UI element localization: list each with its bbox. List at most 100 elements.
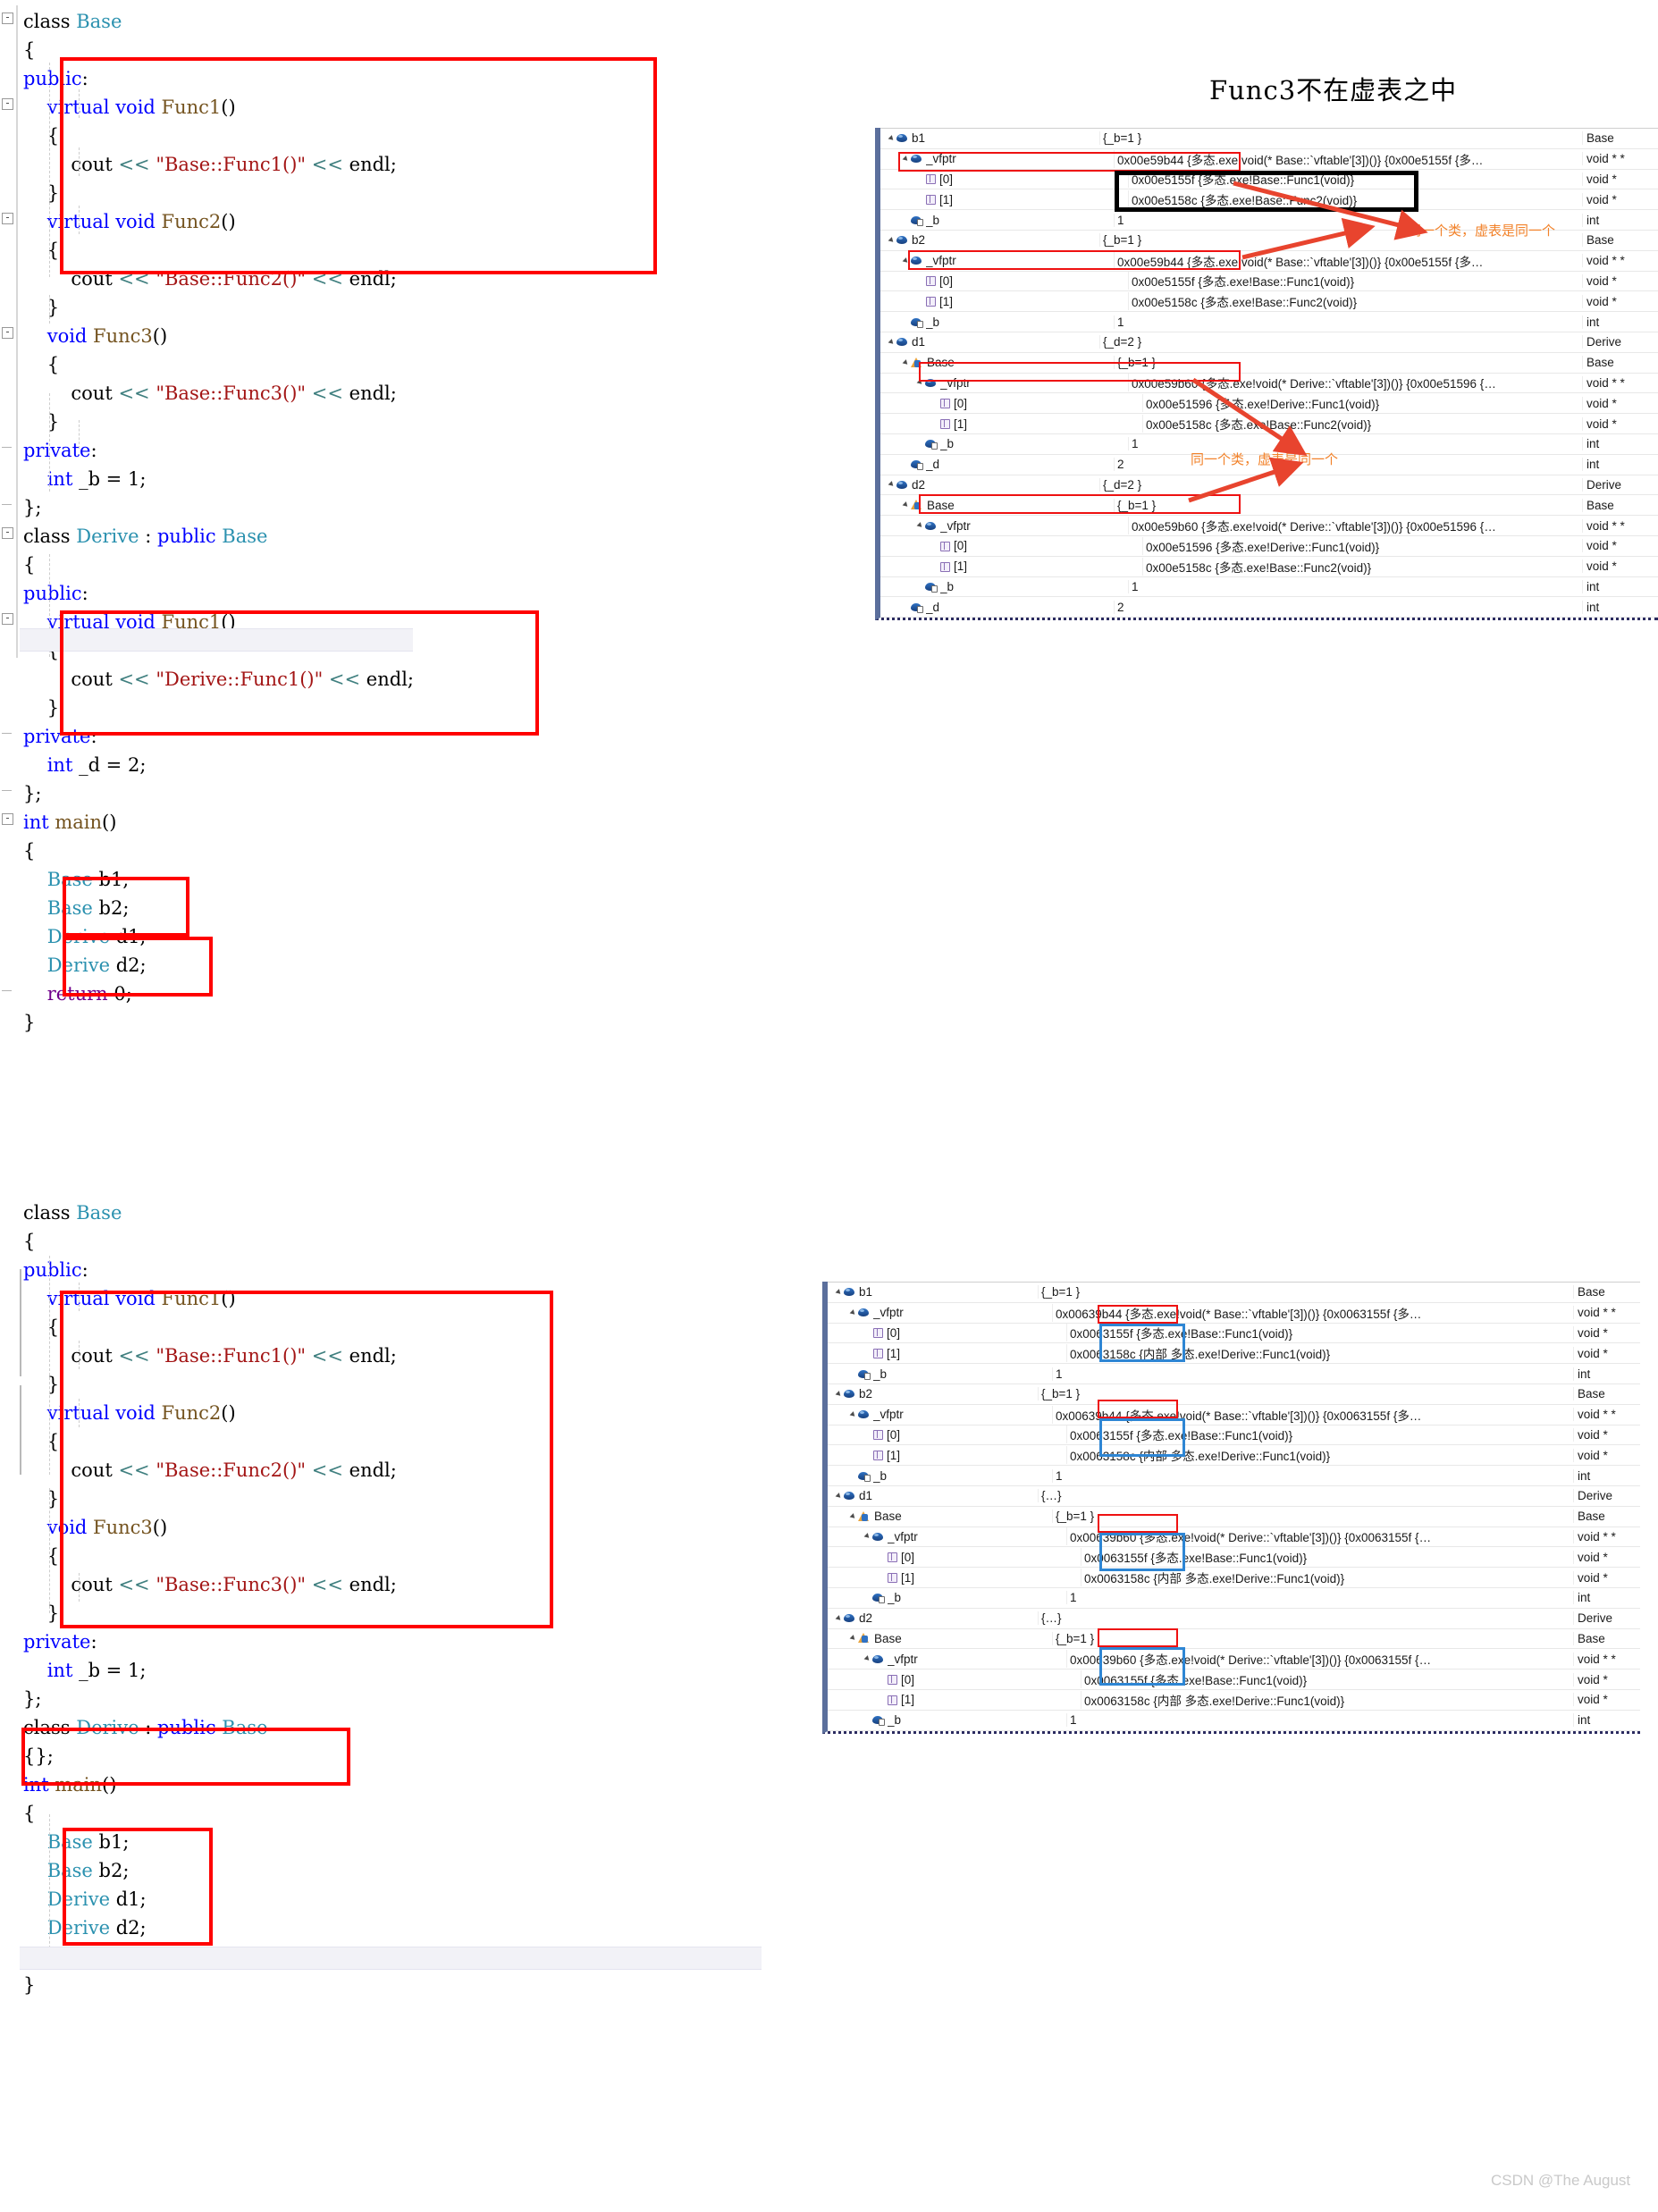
watch-value-cell[interactable]: 0x00e5158c {多态.exe!Base::Func2(void)} bbox=[1142, 415, 1582, 433]
expander-triangle-icon[interactable] bbox=[835, 1289, 843, 1296]
watch-row[interactable]: [1] 0x0063158c {内部 多态.exe!Derive::Func1(v… bbox=[828, 1568, 1640, 1588]
watch-value-cell[interactable]: {_d=2 } bbox=[1099, 477, 1582, 492]
code-token: () bbox=[152, 325, 168, 347]
expander-triangle-icon[interactable] bbox=[902, 501, 910, 509]
code-token: void bbox=[23, 325, 94, 347]
watch-type-cell: Derive bbox=[1573, 1611, 1640, 1626]
collapse-toggle-icon[interactable]: - bbox=[2, 526, 13, 539]
watch-row[interactable]: _b 1 int bbox=[880, 312, 1658, 332]
watch-row[interactable]: _vfptr 0x00e59b60 {多态.exe!void(* Derive::… bbox=[880, 516, 1658, 536]
watch-row[interactable]: [0] 0x00e51596 {多态.exe!Derive::Func1(void… bbox=[880, 393, 1658, 415]
expander-triangle-icon[interactable] bbox=[849, 1512, 857, 1520]
watch-row[interactable]: [0] 0x0063155f {多态.exe!Base::Func1(void)}… bbox=[828, 1324, 1640, 1344]
watch-row[interactable]: b2 {_b=1 } Base bbox=[828, 1384, 1640, 1405]
collapse-toggle-icon[interactable]: - bbox=[2, 812, 13, 825]
watch-row[interactable]: Base {_b=1 } Base bbox=[828, 1629, 1640, 1650]
watch-row[interactable]: _b 1 int bbox=[880, 577, 1658, 598]
fold-line-icon bbox=[2, 790, 12, 791]
object-icon bbox=[858, 1308, 870, 1317]
watch-name-cell: [0] bbox=[828, 1326, 1066, 1340]
watch-row[interactable]: [0] 0x0063155f {多态.exe!Base::Func1(void)}… bbox=[828, 1426, 1640, 1446]
expander-triangle-icon[interactable] bbox=[835, 1614, 843, 1622]
expander-triangle-icon[interactable] bbox=[888, 338, 896, 346]
expander-triangle-icon[interactable] bbox=[835, 1390, 843, 1398]
watch-value-cell[interactable]: 1 bbox=[1128, 579, 1582, 593]
watch-value-cell[interactable]: 1 bbox=[1066, 1591, 1573, 1605]
watch-row[interactable]: _b 1 int bbox=[828, 1711, 1640, 1731]
code-token: { bbox=[23, 1231, 36, 1252]
watch-value-cell[interactable]: {_b=1 } bbox=[1099, 131, 1582, 146]
watch-value-cell[interactable]: 0x00e5158c {多态.exe!Base::Func2(void)} bbox=[1128, 292, 1582, 311]
expander-triangle-icon[interactable] bbox=[863, 1655, 871, 1663]
watch-name-label: _vfptr bbox=[940, 518, 971, 533]
expander-triangle-icon[interactable] bbox=[888, 481, 896, 489]
watch-row[interactable]: _vfptr 0x00639b44 {多态.exe!void(* Base::`v… bbox=[828, 1303, 1640, 1324]
code-token: : bbox=[90, 1631, 97, 1653]
watch-row[interactable]: d2 {_d=2 } Derive bbox=[880, 475, 1658, 496]
expander-triangle-icon[interactable] bbox=[849, 1635, 857, 1643]
watch-row[interactable]: d1 {_d=2 } Derive bbox=[880, 332, 1658, 353]
watch-value-cell[interactable]: {_d=2 } bbox=[1099, 335, 1582, 349]
watch-value-cell[interactable]: {…} bbox=[1038, 1489, 1573, 1503]
watch-row[interactable]: d2 {…} Derive bbox=[828, 1609, 1640, 1629]
expander-triangle-icon[interactable] bbox=[849, 1410, 857, 1418]
watch-row[interactable]: _b 1 int bbox=[828, 1364, 1640, 1384]
expander-triangle-icon[interactable] bbox=[888, 135, 896, 142]
watch-row[interactable]: _d 2 int bbox=[880, 597, 1658, 618]
watch-row[interactable]: _vfptr 0x00639b60 {多态.exe!void(* Derive::… bbox=[828, 1649, 1640, 1670]
watch-window-bottom[interactable]: b1 {_b=1 } Base _vfptr 0x00639b44 {多态.exe!vo… bbox=[822, 1282, 1640, 1734]
watch-row[interactable]: b1 {_b=1 } Base bbox=[828, 1282, 1640, 1303]
watch-value-cell[interactable]: 0x00e5155f {多态.exe!Base::Func1(void)} bbox=[1128, 272, 1582, 290]
collapse-toggle-icon[interactable]: - bbox=[2, 612, 13, 625]
watch-value-cell[interactable]: 2 bbox=[1114, 458, 1582, 472]
watch-row[interactable]: [1] 0x0063158c {内部 多态.exe!Derive::Func1(v… bbox=[828, 1343, 1640, 1365]
watch-value-cell[interactable]: 0x00e59b60 {多态.exe!void(* Derive::`vftab… bbox=[1128, 517, 1582, 535]
watch-value-cell[interactable]: 1 bbox=[1052, 1468, 1573, 1483]
watch-value-cell[interactable]: 2 bbox=[1114, 600, 1582, 614]
watch-row[interactable]: [1] 0x00e5158c {多态.exe!Base::Func2(void)}… bbox=[880, 414, 1658, 434]
collapse-toggle-icon[interactable]: - bbox=[2, 212, 13, 224]
watch-value-cell[interactable]: 0x0063158c {内部 多态.exe!Derive::Func1(void… bbox=[1081, 1690, 1573, 1709]
watch-row[interactable]: d1 {…} Derive bbox=[828, 1486, 1640, 1507]
watch-row[interactable]: _vfptr 0x00639b44 {多态.exe!void(* Base::`v… bbox=[828, 1405, 1640, 1426]
expander-triangle-icon[interactable] bbox=[835, 1492, 843, 1500]
watch-value-cell[interactable]: 0x00e51596 {多态.exe!Derive::Func1(void)} bbox=[1142, 536, 1582, 555]
code-token: private bbox=[23, 440, 91, 461]
watch-row[interactable]: [1] 0x00e5158c {多态.exe!Base::Func2(void)}… bbox=[880, 291, 1658, 313]
watch-row[interactable]: _vfptr 0x00639b60 {多态.exe!void(* Derive::… bbox=[828, 1527, 1640, 1548]
watch-name-label: _b bbox=[926, 213, 940, 227]
collapse-toggle-icon[interactable]: - bbox=[2, 97, 13, 110]
watch-row[interactable]: [1] 0x00e5158c {多态.exe!Base::Func2(void)}… bbox=[880, 557, 1658, 577]
watch-row[interactable]: [1] 0x0063158c {内部 多态.exe!Derive::Func1(v… bbox=[828, 1690, 1640, 1711]
watch-row[interactable]: [0] 0x0063155f {多态.exe!Base::Func1(void)}… bbox=[828, 1670, 1640, 1690]
watch-value-cell[interactable]: 0x0063158c {内部 多态.exe!Derive::Func1(void… bbox=[1081, 1569, 1573, 1587]
watch-type-cell: void * bbox=[1573, 1550, 1640, 1564]
expander-triangle-icon[interactable] bbox=[888, 236, 896, 244]
watch-type-cell: void * * bbox=[1573, 1306, 1640, 1320]
watch-value-cell[interactable]: 1 bbox=[1066, 1713, 1573, 1728]
code-token: : bbox=[139, 526, 157, 547]
watch-value-cell[interactable]: 1 bbox=[1114, 315, 1582, 329]
expander-triangle-icon[interactable] bbox=[916, 522, 924, 529]
watch-row[interactable]: [0] 0x00e51596 {多态.exe!Derive::Func1(void… bbox=[880, 536, 1658, 557]
watch-row[interactable]: _b 1 int bbox=[828, 1466, 1640, 1486]
collapse-toggle-icon[interactable]: - bbox=[2, 12, 13, 24]
watch-value-cell[interactable]: {_b=1 } bbox=[1038, 1285, 1573, 1299]
code-line: { bbox=[23, 551, 414, 579]
watch-value-cell[interactable]: 1 bbox=[1052, 1367, 1573, 1381]
expander-triangle-icon[interactable] bbox=[849, 1308, 857, 1316]
watch-row[interactable]: b1 {_b=1 } Base bbox=[880, 128, 1658, 149]
expander-triangle-icon[interactable] bbox=[863, 1533, 871, 1541]
watch-row[interactable]: [0] 0x00e5155f {多态.exe!Base::Func1(void)}… bbox=[880, 272, 1658, 292]
expander-triangle-icon[interactable] bbox=[902, 358, 910, 366]
watch-name-cell: b1 bbox=[880, 131, 1099, 145]
watch-value-cell[interactable]: 0x00e51596 {多态.exe!Derive::Func1(void)} bbox=[1142, 394, 1582, 413]
watch-row[interactable]: Base {_b=1 } Base bbox=[828, 1507, 1640, 1527]
watch-value-cell[interactable]: 0x00e5158c {多态.exe!Base::Func2(void)} bbox=[1142, 557, 1582, 576]
watch-value-cell[interactable]: {…} bbox=[1038, 1611, 1573, 1626]
watch-row[interactable]: [0] 0x0063155f {多态.exe!Base::Func1(void)}… bbox=[828, 1547, 1640, 1569]
collapse-toggle-icon[interactable]: - bbox=[2, 326, 13, 339]
watch-row[interactable]: _b 1 int bbox=[828, 1588, 1640, 1609]
watch-row[interactable]: [1] 0x0063158c {内部 多态.exe!Derive::Func1(v… bbox=[828, 1445, 1640, 1467]
